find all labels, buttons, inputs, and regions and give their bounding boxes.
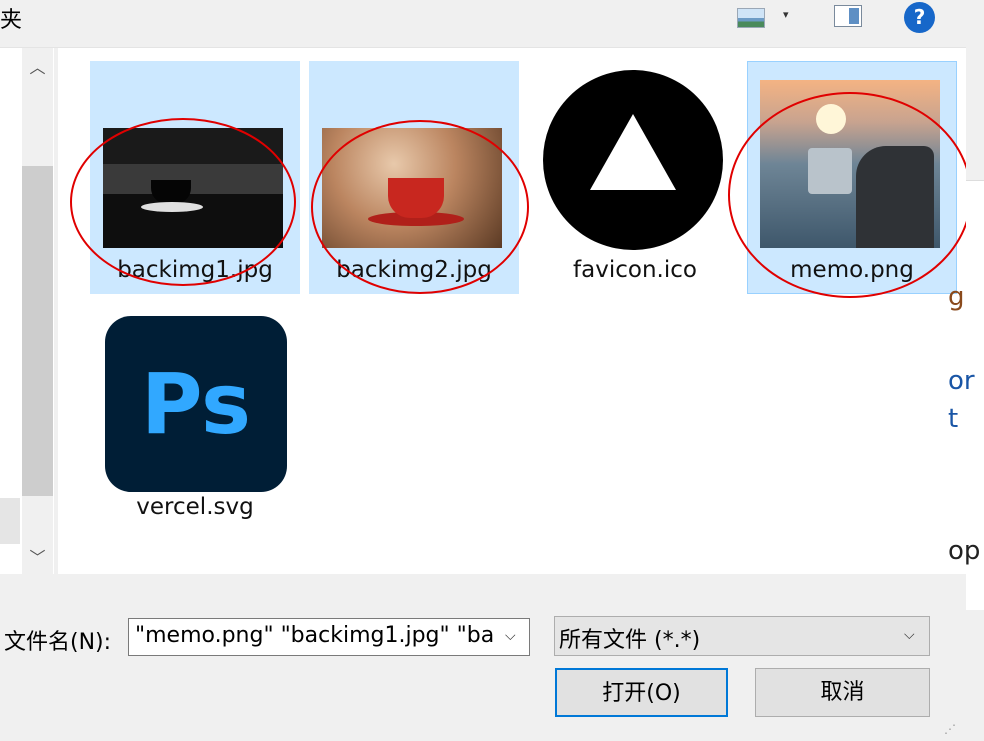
hand-image (856, 146, 934, 248)
image-thumbnail (322, 128, 502, 248)
file-list: backimg1.jpg backimg2.jpg favicon.ico me… (58, 48, 966, 574)
photoshop-icon: Ps (105, 316, 287, 492)
favicon-thumbnail (543, 70, 723, 250)
triangle-logo-icon (590, 114, 676, 190)
help-icon[interactable]: ? (904, 2, 935, 33)
sun-image (816, 104, 846, 134)
toolbar: 夹 ▾ ? (0, 0, 966, 48)
filetype-chevron-icon[interactable]: ⌵ (904, 627, 915, 643)
nav-scrollbar-thumb[interactable] (22, 166, 53, 496)
filename-history-chevron-icon[interactable]: ⌵ (505, 628, 516, 644)
file-name: backimg2.jpg (336, 257, 492, 283)
image-thumbnail (760, 80, 940, 248)
scroll-up-icon[interactable]: ︿ (22, 54, 53, 78)
mug-image (808, 148, 852, 194)
coffee-cup-image (388, 178, 444, 218)
file-item-favicon[interactable]: favicon.ico (530, 61, 740, 294)
file-item-memo[interactable]: memo.png (747, 61, 957, 294)
background-text: t (948, 404, 959, 434)
file-item-backimg2[interactable]: backimg2.jpg (309, 61, 519, 294)
cancel-button[interactable]: 取消 (755, 668, 930, 717)
folder-title: 夹 (0, 8, 23, 33)
saucer-image (141, 202, 203, 212)
filename-input[interactable]: "memo.png" "backimg1.jpg" "ba (128, 618, 530, 656)
file-name: memo.png (790, 257, 914, 283)
filetype-select[interactable]: 所有文件 (*.*) (554, 616, 930, 656)
background-text: op (948, 536, 981, 566)
file-item-backimg1[interactable]: backimg1.jpg (90, 61, 300, 294)
file-name: backimg1.jpg (117, 257, 273, 283)
filename-label: 文件名(N): (4, 630, 112, 655)
background-text: g (948, 282, 965, 312)
file-name: vercel.svg (136, 494, 254, 520)
picture-view-icon[interactable] (737, 8, 765, 28)
image-thumbnail (103, 128, 283, 248)
file-name: favicon.ico (573, 257, 697, 283)
file-item-vercel[interactable]: Ps vercel.svg (90, 299, 300, 529)
resize-grip-icon[interactable]: ⋰ (944, 722, 956, 736)
scroll-down-icon[interactable]: ﹀ (22, 544, 53, 568)
open-button[interactable]: 打开(O) (555, 668, 728, 717)
navigation-pane: ︿ ﹀ (0, 48, 54, 574)
nav-item[interactable] (0, 498, 20, 544)
background-text: or (948, 366, 975, 396)
coffee-cup-image (151, 180, 191, 204)
preview-pane-icon[interactable] (834, 5, 862, 27)
view-dropdown-chevron-icon[interactable]: ▾ (783, 8, 789, 21)
